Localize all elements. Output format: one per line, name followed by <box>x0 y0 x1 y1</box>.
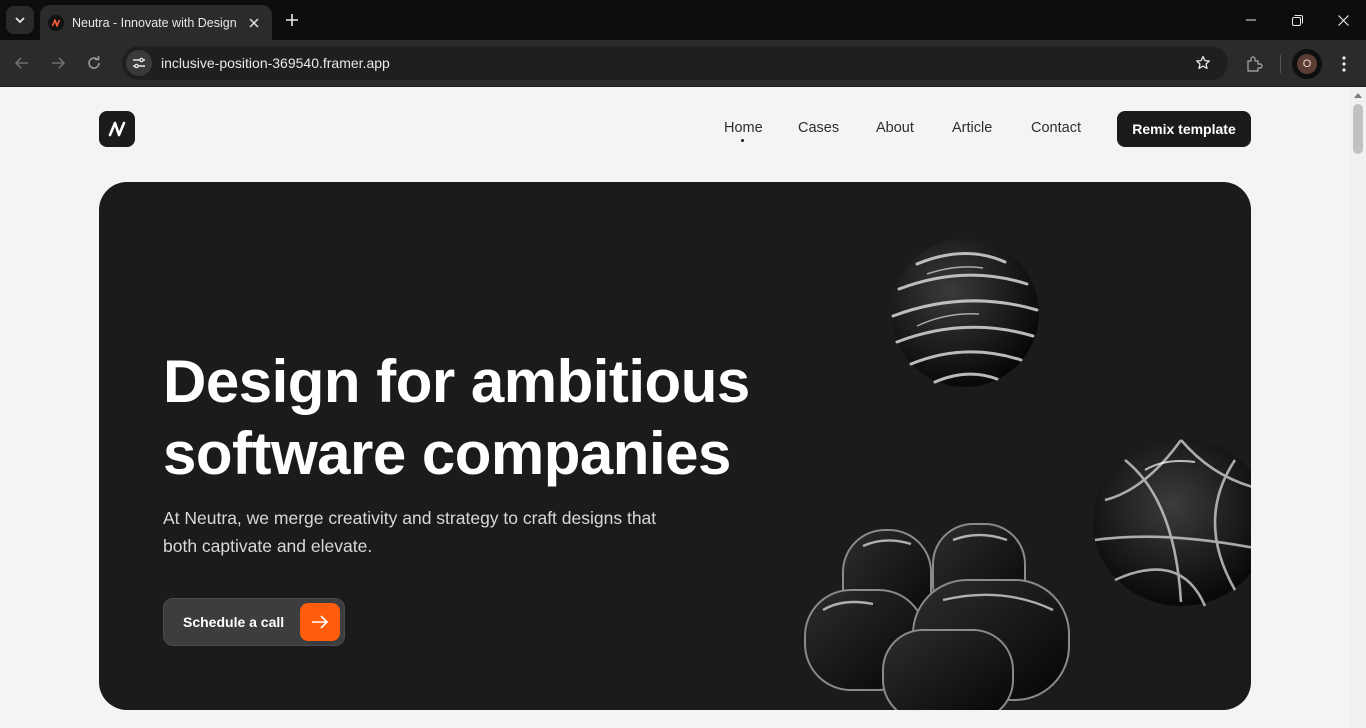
browser-tab-bar: Neutra - Innovate with Design <box>0 0 1366 40</box>
tab-search-icon[interactable] <box>6 6 34 34</box>
hero-subtitle: At Neutra, we merge creativity and strat… <box>163 504 723 560</box>
close-window-icon[interactable] <box>1320 0 1366 40</box>
url-text: inclusive-position-369540.framer.app <box>161 55 390 71</box>
ribbed-sphere-shape <box>891 239 1039 387</box>
nav-link-contact[interactable]: Contact <box>1031 120 1081 136</box>
profile-initial: O <box>1297 54 1317 74</box>
site-logo[interactable] <box>99 111 135 147</box>
back-icon[interactable] <box>10 51 34 75</box>
hero-subtitle-line-1: At Neutra, we merge creativity and strat… <box>163 508 657 528</box>
restore-icon[interactable] <box>1274 0 1320 40</box>
star-icon[interactable] <box>1188 48 1218 78</box>
menu-icon[interactable] <box>1332 51 1356 77</box>
page-scrollbar[interactable] <box>1350 87 1366 728</box>
browser-tab[interactable]: Neutra - Innovate with Design <box>40 5 272 40</box>
close-icon[interactable] <box>246 15 262 31</box>
nav-link-article[interactable]: Article <box>952 120 992 136</box>
forward-icon[interactable] <box>46 51 70 75</box>
neutra-logo-icon <box>48 14 64 31</box>
schedule-call-label: Schedule a call <box>183 614 285 630</box>
twisted-bulb-shape <box>1093 438 1251 607</box>
schedule-call-button[interactable]: Schedule a call <box>163 598 345 646</box>
hero-title-line-2: software companies <box>163 420 731 487</box>
nav-link-about[interactable]: About <box>876 120 914 136</box>
scroll-thumb[interactable] <box>1353 104 1363 154</box>
browser-toolbar: inclusive-position-369540.framer.app O <box>0 40 1366 87</box>
active-nav-indicator <box>741 139 744 142</box>
extensions-icon[interactable] <box>1241 51 1267 77</box>
hero-title-line-1: Design for ambitious <box>163 348 750 415</box>
reload-icon[interactable] <box>82 51 106 75</box>
arrow-right-icon <box>300 603 340 641</box>
toolbar-separator <box>1280 55 1281 73</box>
site-info-icon[interactable] <box>126 50 152 76</box>
nav-link-cases[interactable]: Cases <box>798 120 839 136</box>
hero-section: Design for ambitious software companies … <box>99 182 1251 710</box>
page-viewport: Home Cases About Article Contact Remix t… <box>0 87 1350 728</box>
nav-link-home[interactable]: Home <box>724 120 763 136</box>
neutra-logo-icon <box>108 121 126 137</box>
window-controls <box>1228 0 1366 40</box>
remix-template-button[interactable]: Remix template <box>1117 111 1251 147</box>
hero-title: Design for ambitious software companies <box>163 346 803 490</box>
blob-cross-shape <box>804 523 1070 710</box>
profile-avatar[interactable]: O <box>1292 49 1322 79</box>
plus-icon[interactable] <box>280 8 304 32</box>
minimize-icon[interactable] <box>1228 0 1274 40</box>
address-bar[interactable]: inclusive-position-369540.framer.app <box>122 46 1228 80</box>
tab-title: Neutra - Innovate with Design <box>72 15 237 30</box>
hero-subtitle-line-2: both captivate and elevate. <box>163 536 373 556</box>
scroll-up-icon[interactable] <box>1350 89 1366 101</box>
